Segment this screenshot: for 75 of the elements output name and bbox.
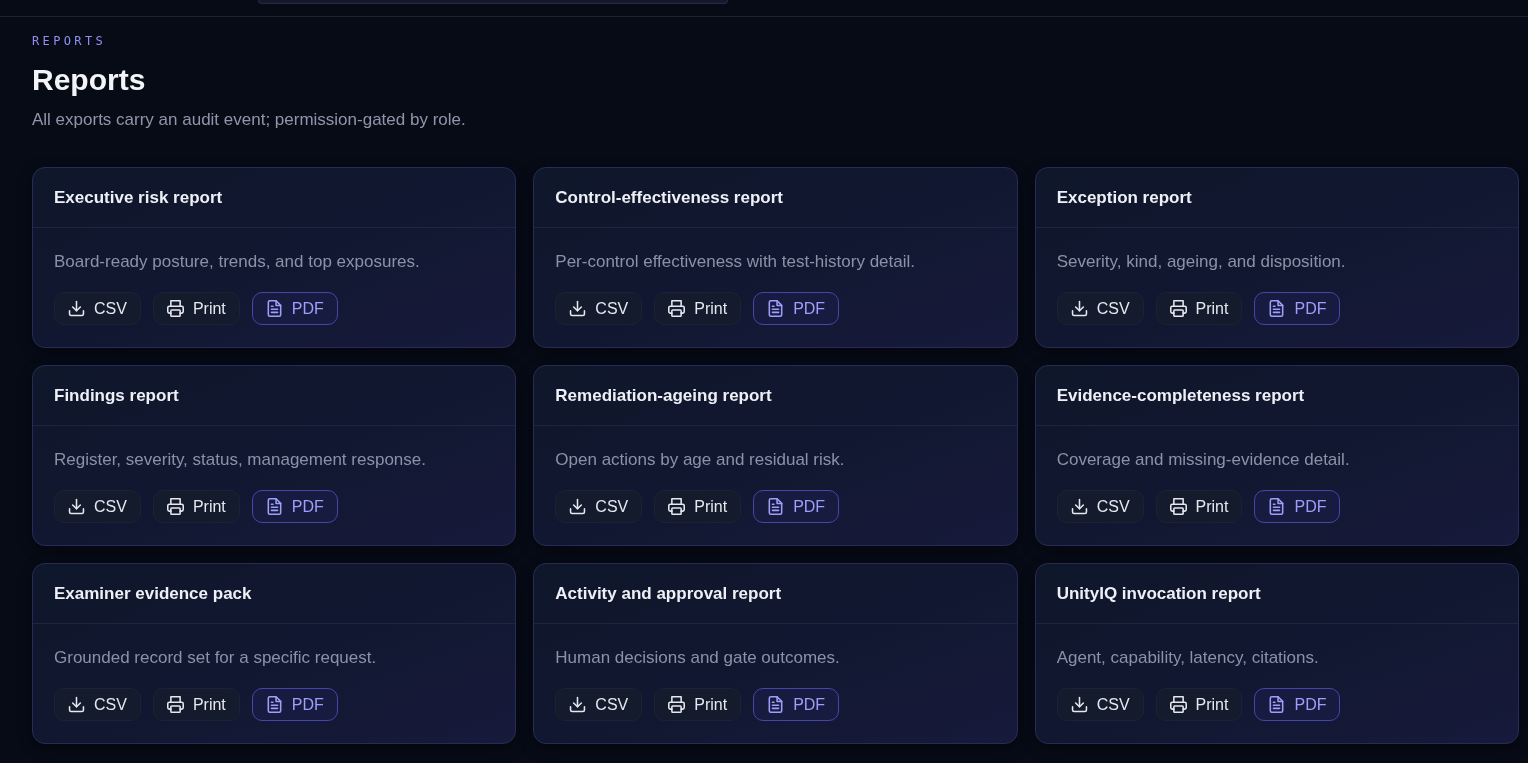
csv-button[interactable]: CSV bbox=[1056, 292, 1144, 325]
printer-icon bbox=[166, 696, 184, 713]
card-title: Activity and approval report bbox=[555, 582, 782, 605]
card-description: Open actions by age and residual risk. bbox=[555, 449, 845, 471]
download-icon bbox=[569, 696, 587, 713]
printer-icon bbox=[1169, 300, 1187, 317]
printer-icon bbox=[668, 300, 686, 317]
print-button[interactable]: Print bbox=[1155, 688, 1243, 721]
csv-button[interactable]: CSV bbox=[555, 688, 643, 721]
download-icon bbox=[1070, 696, 1088, 713]
download-icon bbox=[68, 300, 85, 317]
printer-icon bbox=[166, 498, 184, 515]
document-icon bbox=[265, 696, 283, 713]
print-button[interactable]: Print bbox=[152, 490, 240, 523]
pdf-button[interactable]: PDF bbox=[753, 490, 840, 523]
printer-icon bbox=[166, 300, 184, 317]
csv-button[interactable]: CSV bbox=[1056, 490, 1144, 523]
page-subtitle: All exports carry an audit event; permission-gated by role. bbox=[32, 109, 466, 131]
card-description: Severity, kind, ageing, and disposition. bbox=[1056, 251, 1346, 273]
pdf-button[interactable]: PDF bbox=[1254, 490, 1341, 523]
pdf-button[interactable]: PDF bbox=[251, 490, 338, 523]
print-button[interactable]: Print bbox=[654, 292, 742, 325]
document-icon bbox=[767, 696, 785, 713]
csv-button[interactable]: CSV bbox=[54, 292, 141, 325]
card-title: Remediation-ageing report bbox=[555, 384, 772, 407]
document-icon bbox=[1268, 696, 1286, 713]
document-icon bbox=[1268, 498, 1286, 515]
card-description: Per-control effectiveness with test-history detail. bbox=[555, 251, 915, 273]
download-icon bbox=[68, 498, 85, 515]
csv-button[interactable]: CSV bbox=[1056, 688, 1144, 721]
pdf-button[interactable]: PDF bbox=[251, 688, 338, 721]
download-icon bbox=[1070, 498, 1088, 515]
card-title: Findings report bbox=[54, 384, 179, 407]
document-icon bbox=[767, 498, 785, 515]
document-icon bbox=[265, 498, 283, 515]
card-title: Examiner evidence pack bbox=[54, 582, 252, 605]
card-title: Control-effectiveness report bbox=[555, 186, 783, 209]
pdf-button[interactable]: PDF bbox=[1254, 688, 1341, 721]
page-eyebrow: REPORTS bbox=[32, 33, 107, 49]
page-title: Reports bbox=[32, 62, 146, 98]
card-description: Coverage and missing-evidence detail. bbox=[1056, 449, 1350, 471]
download-icon bbox=[1070, 300, 1088, 317]
card-title: UnityIQ invocation report bbox=[1056, 582, 1261, 605]
print-button[interactable]: Print bbox=[654, 688, 742, 721]
csv-button[interactable]: CSV bbox=[54, 688, 141, 721]
print-button[interactable]: Print bbox=[152, 688, 240, 721]
card-title: Executive risk report bbox=[54, 186, 223, 209]
card-title: Evidence-completeness report bbox=[1056, 384, 1305, 407]
card-description: Grounded record set for a specific request. bbox=[54, 647, 377, 669]
pdf-button[interactable]: PDF bbox=[753, 688, 840, 721]
document-icon bbox=[265, 300, 283, 317]
pdf-button[interactable]: PDF bbox=[1254, 292, 1341, 325]
download-icon bbox=[569, 498, 587, 515]
print-button[interactable]: Print bbox=[1155, 490, 1243, 523]
printer-icon bbox=[1169, 498, 1187, 515]
card-description: Register, severity, status, management response. bbox=[54, 449, 426, 471]
csv-button[interactable]: CSV bbox=[555, 292, 643, 325]
print-button[interactable]: Print bbox=[152, 292, 240, 325]
card-description: Board-ready posture, trends, and top exposures. bbox=[54, 251, 420, 273]
card-description: Human decisions and gate outcomes. bbox=[555, 647, 840, 669]
pdf-button[interactable]: PDF bbox=[753, 292, 840, 325]
download-icon bbox=[569, 300, 587, 317]
csv-button[interactable]: CSV bbox=[54, 490, 141, 523]
document-icon bbox=[767, 300, 785, 317]
card-description: Agent, capability, latency, citations. bbox=[1056, 647, 1319, 669]
card-title: Exception report bbox=[1056, 186, 1192, 209]
csv-button[interactable]: CSV bbox=[555, 490, 643, 523]
document-icon bbox=[1268, 300, 1286, 317]
print-button[interactable]: Print bbox=[1155, 292, 1243, 325]
printer-icon bbox=[668, 498, 686, 515]
printer-icon bbox=[1169, 696, 1187, 713]
printer-icon bbox=[668, 696, 686, 713]
download-icon bbox=[68, 696, 85, 713]
print-button[interactable]: Print bbox=[654, 490, 742, 523]
pdf-button[interactable]: PDF bbox=[251, 292, 338, 325]
